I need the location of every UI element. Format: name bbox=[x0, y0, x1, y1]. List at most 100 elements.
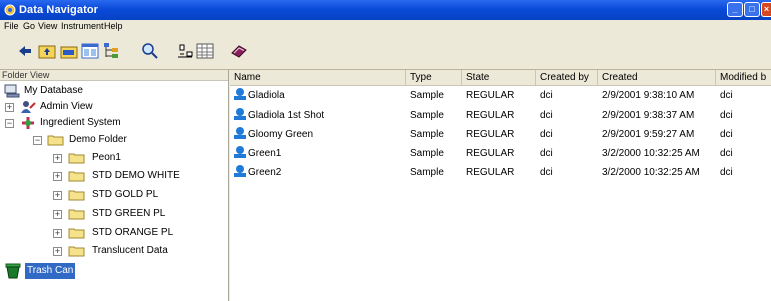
database-icon bbox=[4, 84, 20, 98]
tree-label: My Database bbox=[24, 85, 83, 96]
tree-label: STD DEMO WHITE bbox=[92, 170, 180, 181]
sample-icon bbox=[234, 165, 246, 177]
grid-icon[interactable] bbox=[196, 42, 214, 60]
app-icon bbox=[4, 4, 16, 16]
column-header-state[interactable]: State bbox=[462, 70, 536, 86]
search-icon[interactable] bbox=[141, 42, 159, 60]
minimize-button[interactable]: _ bbox=[727, 2, 743, 17]
title-bar: Data Navigator _ □ × bbox=[0, 0, 771, 20]
menu-instrument[interactable]: Instrument bbox=[61, 21, 104, 31]
collapse-icon[interactable]: − bbox=[33, 136, 42, 145]
file-list-pane: Name Type State Created by Created Modif… bbox=[230, 70, 771, 301]
cell-type: Sample bbox=[410, 167, 444, 178]
tree-item-translucent-data[interactable]: + Translucent Data bbox=[52, 243, 222, 259]
cell-modified-by: dci bbox=[720, 148, 733, 159]
cell-state: REGULAR bbox=[466, 148, 515, 159]
sample-icon bbox=[234, 127, 246, 139]
column-header-created[interactable]: Created bbox=[598, 70, 716, 86]
sample-icon bbox=[234, 88, 246, 100]
menu-go[interactable]: Go bbox=[23, 21, 35, 31]
tree-item-peon1[interactable]: + Peon1 bbox=[52, 150, 222, 166]
expand-icon[interactable]: + bbox=[53, 229, 62, 238]
tree-item-std-orange-pl[interactable]: + STD ORANGE PL bbox=[52, 225, 222, 241]
folder-icon bbox=[68, 246, 85, 257]
column-header-type[interactable]: Type bbox=[406, 70, 462, 86]
tree-item-std-demo-white[interactable]: + STD DEMO WHITE bbox=[52, 168, 222, 184]
new-folder-icon[interactable] bbox=[60, 42, 78, 60]
tree-label: Ingredient System bbox=[40, 117, 121, 128]
cell-state: REGULAR bbox=[466, 110, 515, 121]
menu-file[interactable]: File bbox=[4, 21, 19, 31]
admin-icon bbox=[21, 101, 36, 113]
maximize-button[interactable]: □ bbox=[744, 2, 760, 17]
tree-label: Translucent Data bbox=[92, 245, 168, 256]
menu-view[interactable]: View bbox=[38, 21, 57, 31]
column-header-created-by[interactable]: Created by bbox=[536, 70, 598, 86]
expand-icon[interactable]: + bbox=[53, 191, 62, 200]
cell-state: REGULAR bbox=[466, 90, 515, 101]
tree-label: STD GREEN PL bbox=[92, 208, 166, 219]
tree-label: STD GOLD PL bbox=[92, 189, 159, 200]
sample-icon bbox=[234, 108, 246, 120]
cell-name: Gloomy Green bbox=[248, 129, 314, 140]
folder-icon bbox=[68, 171, 85, 182]
cell-created-by: dci bbox=[540, 110, 553, 121]
folder-icon bbox=[68, 228, 85, 239]
close-button[interactable]: × bbox=[761, 2, 771, 17]
tree-label: Admin View bbox=[40, 101, 93, 112]
cell-created-by: dci bbox=[540, 148, 553, 159]
cell-created-by: dci bbox=[540, 129, 553, 140]
tree-item-ingredient-system[interactable]: − Ingredient System bbox=[4, 115, 204, 131]
window-title: Data Navigator bbox=[19, 4, 99, 16]
cell-modified-by: dci bbox=[720, 167, 733, 178]
tree-item-admin-view[interactable]: + Admin View bbox=[4, 99, 204, 115]
collapse-icon[interactable]: − bbox=[5, 119, 14, 128]
cell-type: Sample bbox=[410, 110, 444, 121]
tree-label: Demo Folder bbox=[69, 134, 127, 145]
cell-created: 3/2/2000 10:32:25 AM bbox=[602, 148, 700, 159]
toolbar bbox=[0, 34, 771, 70]
menu-help[interactable]: Help bbox=[104, 21, 123, 31]
cell-modified-by: dci bbox=[720, 110, 733, 121]
expand-icon[interactable]: + bbox=[5, 103, 14, 112]
cell-name: Gladiola 1st Shot bbox=[248, 110, 325, 121]
expand-icon[interactable]: + bbox=[53, 154, 62, 163]
trash-can-icon bbox=[5, 263, 21, 279]
cell-modified-by: dci bbox=[720, 129, 733, 140]
folder-icon bbox=[68, 209, 85, 220]
cell-created-by: dci bbox=[540, 90, 553, 101]
folder-view-header: Folder View bbox=[0, 70, 228, 81]
tree-item-std-gold-pl[interactable]: + STD GOLD PL bbox=[52, 187, 222, 203]
folder-open-icon bbox=[47, 135, 64, 146]
tree-item-trash-can[interactable]: Trash Can bbox=[4, 263, 204, 279]
tree-view-icon[interactable] bbox=[102, 42, 120, 60]
cell-name: Green1 bbox=[248, 148, 282, 159]
cell-created: 2/9/2001 9:38:37 AM bbox=[602, 110, 695, 121]
cell-type: Sample bbox=[410, 90, 444, 101]
up-folder-icon[interactable] bbox=[38, 42, 56, 60]
cell-state: REGULAR bbox=[466, 167, 515, 178]
folder-tree-pane: Folder View My Database + Admin View − I… bbox=[0, 70, 228, 301]
folder-icon bbox=[68, 153, 85, 164]
column-header-modified-by[interactable]: Modified b bbox=[716, 70, 771, 86]
cell-created: 3/2/2000 10:32:25 AM bbox=[602, 167, 700, 178]
details-icon[interactable] bbox=[176, 42, 194, 60]
menu-bar: File Go View Instrument Help bbox=[0, 20, 771, 34]
tree-item-my-database[interactable]: My Database bbox=[4, 83, 204, 99]
column-header-name[interactable]: Name bbox=[230, 70, 406, 86]
cell-type: Sample bbox=[410, 129, 444, 140]
book-icon[interactable] bbox=[230, 42, 248, 60]
expand-icon[interactable]: + bbox=[53, 172, 62, 181]
tree-label: Peon1 bbox=[92, 152, 121, 163]
tree-item-std-green-pl[interactable]: + STD GREEN PL bbox=[52, 206, 222, 222]
back-arrow-icon[interactable] bbox=[16, 42, 34, 60]
cell-created-by: dci bbox=[540, 167, 553, 178]
view-icon[interactable] bbox=[81, 42, 99, 60]
cell-created: 2/9/2001 9:59:27 AM bbox=[602, 129, 695, 140]
expand-icon[interactable]: + bbox=[53, 210, 62, 219]
expand-icon[interactable]: + bbox=[53, 247, 62, 256]
cell-state: REGULAR bbox=[466, 129, 515, 140]
tree-item-demo-folder[interactable]: − Demo Folder bbox=[32, 132, 222, 148]
cell-created: 2/9/2001 9:38:10 AM bbox=[602, 90, 695, 101]
sample-icon bbox=[234, 146, 246, 158]
